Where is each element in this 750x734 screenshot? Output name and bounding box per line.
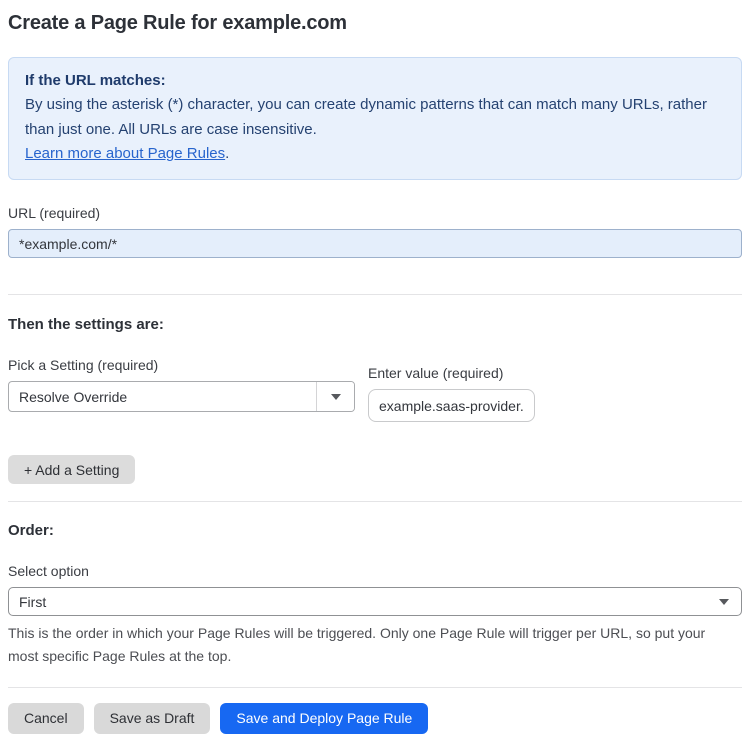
save-and-deploy-button[interactable]: Save and Deploy Page Rule [220, 702, 429, 734]
setting-picker-label: Pick a Setting (required) [8, 357, 159, 374]
setting-dropdown-arrow-button[interactable] [316, 382, 354, 412]
section-divider [8, 501, 742, 503]
order-help-text: This is the order in which your Page Rul… [8, 625, 706, 664]
order-dropdown[interactable]: First [8, 587, 742, 617]
learn-more-link[interactable]: Learn more about Page Rules [25, 145, 225, 162]
setting-dropdown-value: Resolve Override [19, 388, 128, 405]
url-input[interactable] [8, 229, 742, 259]
setting-dropdown[interactable]: Resolve Override [8, 381, 355, 413]
cancel-button[interactable]: Cancel [8, 702, 84, 734]
section-divider [8, 294, 742, 296]
info-box-body: By using the asterisk (*) character, you… [25, 96, 707, 138]
order-select-label: Select option [8, 563, 89, 580]
page-rule-form: Create a Page Rule for example.com If th… [0, 0, 750, 734]
page-title: Create a Page Rule for example.com [8, 12, 347, 34]
link-suffix: . [225, 144, 230, 162]
setting-value-input[interactable] [368, 389, 535, 423]
save-as-draft-button[interactable]: Save as Draft [93, 702, 211, 734]
setting-value-label: Enter value (required) [368, 365, 504, 382]
add-setting-button[interactable]: + Add a Setting [8, 455, 136, 485]
order-dropdown-value: First [19, 593, 47, 610]
footer-buttons: Cancel Save as Draft Save and Deploy Pag… [8, 702, 742, 734]
info-box-heading: If the URL matches: [25, 72, 166, 89]
chevron-down-icon [330, 393, 341, 400]
order-heading: Order: [8, 522, 54, 540]
setting-picker-column: Pick a Setting (required) Resolve Overri… [8, 357, 355, 413]
setting-value-column: Enter value (required) [368, 357, 535, 423]
chevron-down-icon [719, 598, 729, 605]
settings-heading: Then the settings are: [8, 316, 164, 334]
footer-divider [8, 686, 742, 688]
settings-row: Pick a Setting (required) Resolve Overri… [8, 357, 742, 423]
info-box-link-line: Learn more about Page Rules. [25, 142, 725, 166]
url-match-info-box: If the URL matches: By using the asteris… [8, 57, 742, 181]
url-field-label: URL (required) [8, 205, 101, 222]
